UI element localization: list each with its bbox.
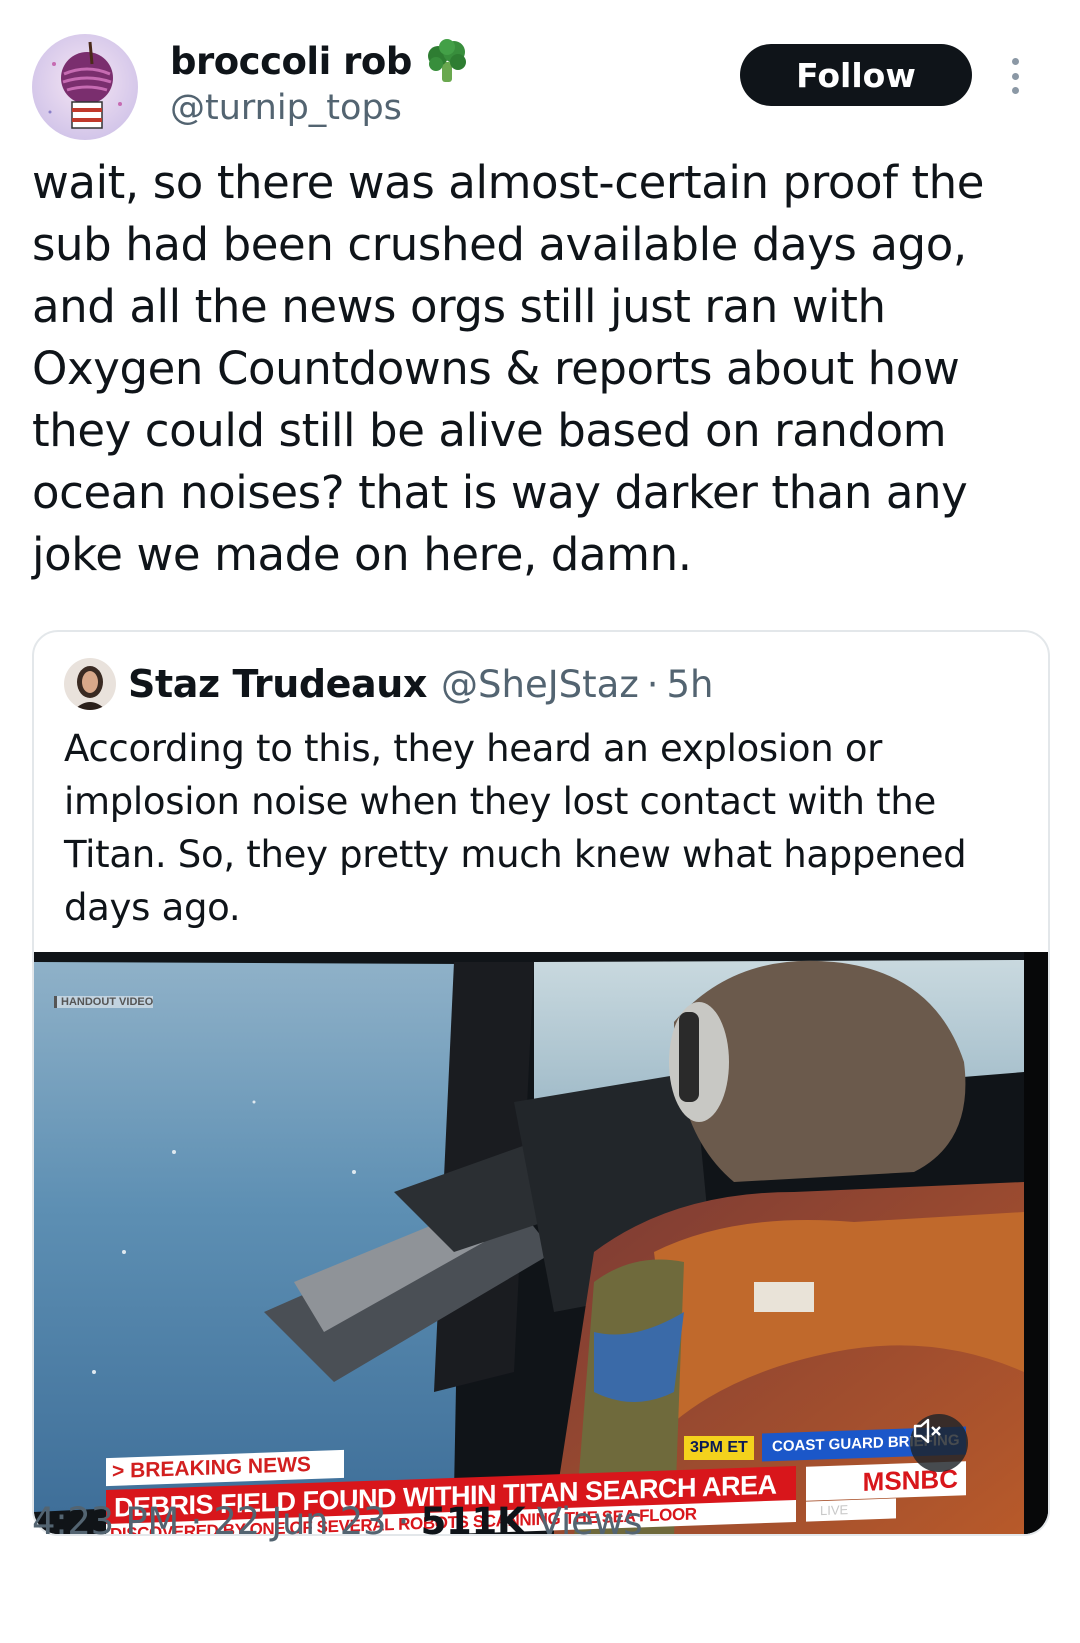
quoted-author-name: Staz Trudeaux bbox=[128, 662, 428, 706]
mute-icon[interactable] bbox=[910, 1414, 968, 1472]
quoted-video[interactable]: HANDOUT VIDEO > BREAKING NEWS 3PM ET COA… bbox=[34, 952, 1048, 1534]
tweet-text: wait, so there was almost-certain proof … bbox=[32, 156, 985, 581]
quoted-tweet-text: According to this, they heard an explosi… bbox=[64, 727, 967, 929]
quoted-author-handle: @SheJStaz bbox=[441, 662, 639, 706]
tweet-header: broccoli rob @turnip_tops Follow bbox=[32, 34, 1048, 144]
tweet-meta: 4:23 PM · 22 Jun 23 · 511K Views bbox=[32, 1500, 643, 1543]
views-label: Views bbox=[536, 1500, 643, 1543]
meta-separator: · bbox=[397, 1500, 410, 1543]
quoted-separator: · bbox=[646, 662, 659, 706]
tweet-date[interactable]: 22 Jun 23 bbox=[213, 1500, 386, 1543]
breaking-news-tag: > BREAKING NEWS bbox=[106, 1449, 344, 1487]
meta-separator: · bbox=[190, 1500, 202, 1543]
quoted-author-avatar bbox=[64, 658, 116, 710]
author-handle[interactable]: @turnip_tops bbox=[170, 88, 402, 128]
author-avatar[interactable] bbox=[32, 34, 138, 140]
tweet-time[interactable]: 4:23 PM bbox=[32, 1500, 179, 1543]
live-tag: LIVE bbox=[806, 1498, 896, 1522]
quoted-tweet-header: Staz Trudeaux @SheJStaz · 5h bbox=[64, 658, 714, 710]
author-name-row: broccoli rob bbox=[170, 38, 470, 84]
quoted-tweet-card[interactable]: Staz Trudeaux @SheJStaz · 5h According t… bbox=[32, 630, 1050, 1536]
news-time-tag: 3PM ET bbox=[684, 1436, 754, 1460]
handout-video-label: HANDOUT VIDEO bbox=[54, 996, 154, 1008]
broccoli-emoji-icon bbox=[424, 38, 470, 84]
author-display-name[interactable]: broccoli rob bbox=[170, 40, 412, 83]
quoted-timestamp: 5h bbox=[666, 662, 714, 706]
views-count: 511K bbox=[420, 1500, 526, 1543]
more-options-icon[interactable] bbox=[1000, 54, 1030, 98]
follow-button[interactable]: Follow bbox=[740, 44, 972, 106]
